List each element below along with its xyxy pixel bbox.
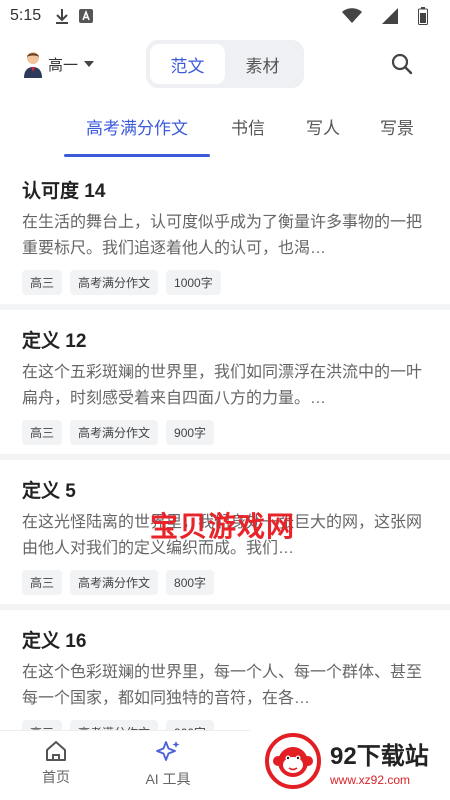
- article-card[interactable]: 认可度 14 在生活的舞台上，认可度似乎成为了衡量许多事物的一把重要标尺。我们追…: [0, 160, 450, 310]
- app-a-icon: [79, 9, 94, 23]
- article-tags: 高三 高考满分作文 800字: [22, 570, 428, 595]
- content-type-segmented-control: 范文 素材: [146, 40, 304, 88]
- article-card[interactable]: 定义 12 在这个五彩斑斓的世界里，我们如同漂浮在洪流中的一叶扁舟，时刻感受着来…: [0, 310, 450, 460]
- tab-letters[interactable]: 书信: [231, 114, 265, 139]
- article-excerpt: 在这光怪陆离的世界里，我们身处一张巨大的网，这张网由他人对我们的定义编织而成。我…: [22, 514, 423, 557]
- article-title: 认可度 14: [22, 181, 106, 202]
- chevron-down-icon: [84, 61, 95, 67]
- search-button[interactable]: [388, 50, 416, 78]
- status-bar: 5:15: [0, 0, 450, 32]
- signal-icon: [382, 8, 398, 24]
- status-time: 5:15: [10, 7, 42, 24]
- site-logo: 92下载站 www.xz92.com: [250, 722, 450, 800]
- download-icon: [55, 8, 69, 24]
- tag-word-count: 800字: [166, 570, 215, 595]
- search-icon: [391, 53, 413, 75]
- tag-word-count: 900字: [166, 420, 215, 445]
- article-title: 定义 5: [22, 481, 76, 502]
- tab-describe-people[interactable]: 写人: [306, 114, 340, 139]
- tag-word-count: 1000字: [166, 270, 221, 295]
- tag-category: 高考满分作文: [70, 570, 159, 595]
- tag-grade: 高三: [22, 420, 63, 445]
- nav-home-label: 首页: [42, 769, 70, 785]
- article-excerpt: 在这个色彩斑斓的世界里，每一个人、每一个群体、甚至每一个国家，都如同独特的音符，…: [22, 664, 423, 707]
- grade-label: 高一: [48, 56, 79, 74]
- sparkle-icon: [156, 741, 180, 761]
- grade-selector[interactable]: 高一: [22, 50, 95, 78]
- tag-category: 高考满分作文: [70, 270, 159, 295]
- category-tabs: 高考满分作文 书信 写人 写景: [0, 104, 450, 158]
- nav-home[interactable]: 首页: [16, 739, 96, 787]
- article-title: 定义 16: [22, 631, 87, 652]
- tag-grade: 高三: [22, 570, 63, 595]
- tab-gaokao-full-score[interactable]: 高考满分作文: [86, 114, 188, 139]
- segment-essays[interactable]: 范文: [150, 44, 225, 84]
- app-header: 高一 范文 素材: [0, 32, 450, 96]
- tag-grade: 高三: [22, 270, 63, 295]
- home-icon: [46, 741, 66, 761]
- monkey-logo-icon: [265, 733, 321, 789]
- article-excerpt: 在生活的舞台上，认可度似乎成为了衡量许多事物的一把重要标尺。我们追逐着他人的认可…: [22, 214, 423, 257]
- nav-ai-tools-label: AI 工具: [145, 771, 191, 787]
- article-card[interactable]: 定义 5 在这光怪陆离的世界里，我们身处一张巨大的网，这张网由他人对我们的定义编…: [0, 460, 450, 610]
- article-excerpt: 在这个五彩斑斓的世界里，我们如同漂浮在洪流中的一叶扁舟，时刻感受着来自四面八方的…: [22, 364, 423, 407]
- active-tab-indicator: [64, 154, 210, 157]
- article-list: 认可度 14 在生活的舞台上，认可度似乎成为了衡量许多事物的一把重要标尺。我们追…: [0, 160, 450, 760]
- segment-materials[interactable]: 素材: [225, 44, 300, 84]
- tab-describe-scenery[interactable]: 写景: [380, 114, 414, 139]
- article-tags: 高三 高考满分作文 900字: [22, 420, 428, 445]
- wifi-icon: [342, 8, 362, 24]
- student-avatar-icon: [22, 50, 44, 78]
- nav-ai-tools[interactable]: AI 工具: [128, 739, 208, 789]
- article-tags: 高三 高考满分作文 1000字: [22, 270, 428, 295]
- tag-category: 高考满分作文: [70, 420, 159, 445]
- battery-icon: [418, 7, 428, 25]
- article-title: 定义 12: [22, 331, 87, 352]
- site-logo-title: 92下载站: [330, 742, 429, 770]
- site-logo-url: www.xz92.com: [330, 772, 411, 787]
